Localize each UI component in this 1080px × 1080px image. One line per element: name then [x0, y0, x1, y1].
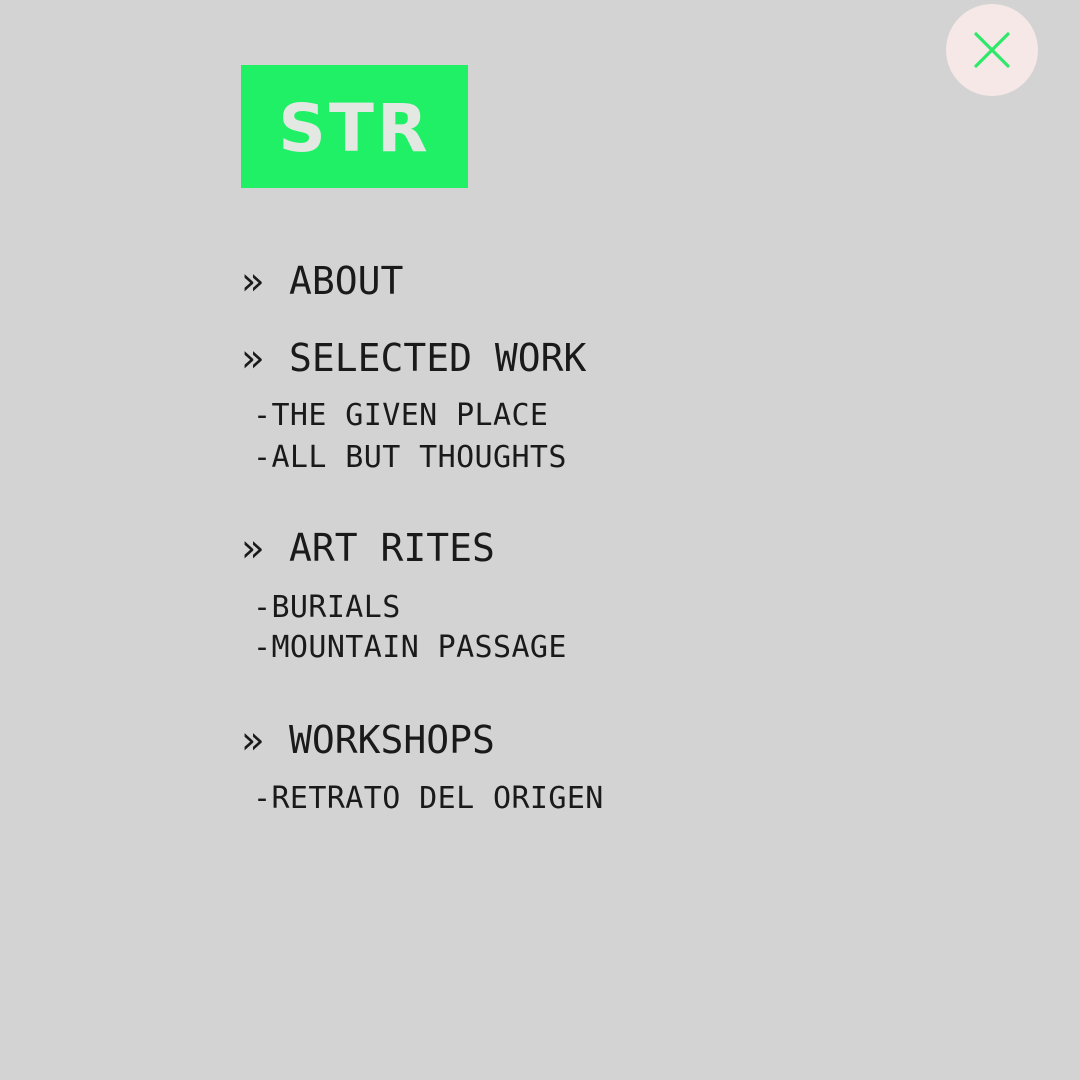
menu-item-label: WORKSHOPS: [289, 718, 495, 762]
submenu-item-all-but-thoughts[interactable]: -ALL BUT THOUGHTS: [253, 443, 567, 473]
chevron-icon: »: [241, 718, 264, 762]
submenu-item-mountain-passage[interactable]: -MOUNTAIN PASSAGE: [253, 633, 567, 663]
menu-item-art-rites[interactable]: » ART RITES: [241, 529, 495, 567]
submenu-item-the-given-place[interactable]: -THE GIVEN PLACE: [253, 401, 548, 431]
menu-item-selected-work[interactable]: » SELECTED WORK: [241, 339, 586, 377]
logo-text: STR: [278, 89, 431, 167]
chevron-icon: »: [241, 336, 264, 380]
submenu-item-retrato-del-origen[interactable]: -RETRATO DEL ORIGEN: [253, 784, 604, 814]
menu-item-label: ABOUT: [289, 259, 404, 303]
close-icon: [974, 32, 1010, 68]
chevron-icon: »: [241, 526, 264, 570]
logo[interactable]: STR: [241, 65, 468, 188]
chevron-icon: »: [241, 259, 264, 303]
submenu-item-burials[interactable]: -BURIALS: [253, 593, 401, 623]
menu-item-label: SELECTED WORK: [289, 336, 587, 380]
menu-item-label: ART RITES: [289, 526, 495, 570]
menu-item-workshops[interactable]: » WORKSHOPS: [241, 721, 495, 759]
close-button[interactable]: [946, 4, 1038, 96]
menu-item-about[interactable]: » ABOUT: [241, 262, 403, 300]
